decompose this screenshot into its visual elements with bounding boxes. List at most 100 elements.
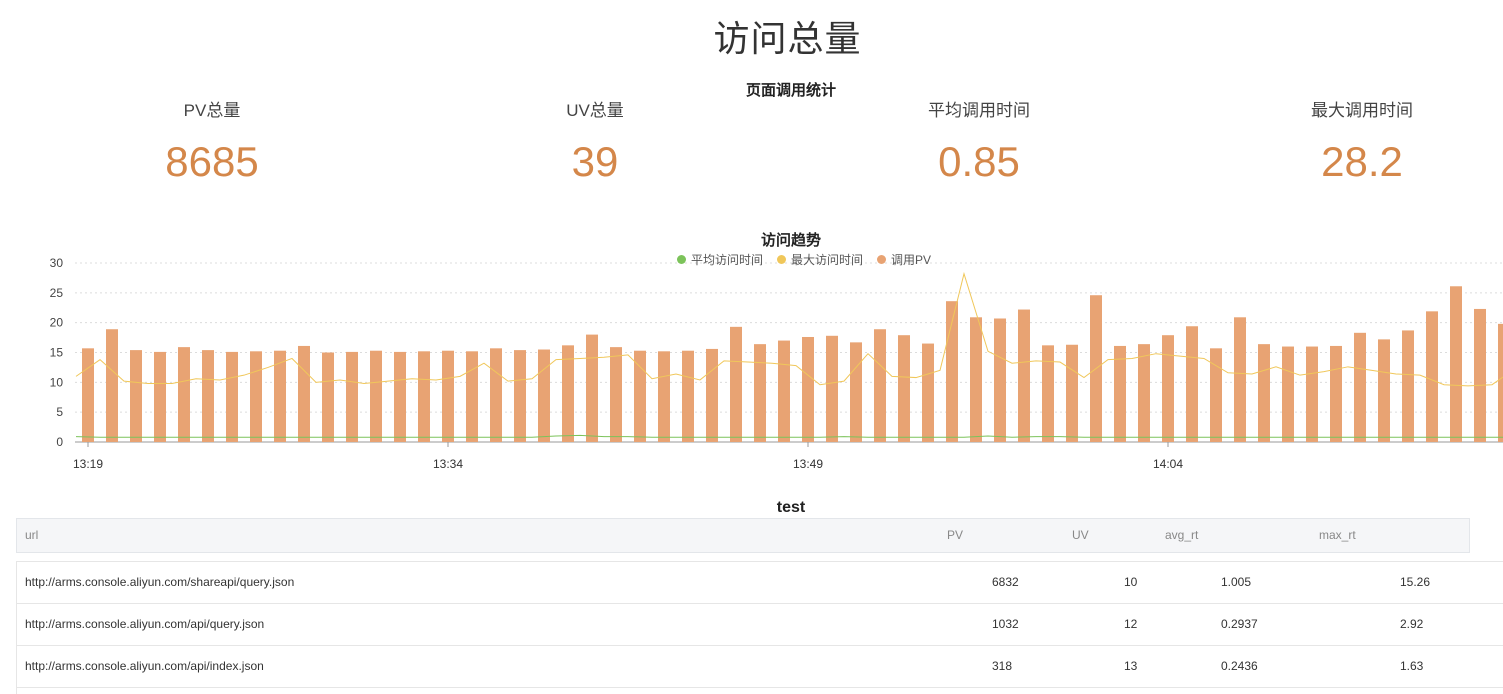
column-header-pv[interactable]: PV (947, 519, 963, 552)
column-header-avg-rt[interactable]: avg_rt (1165, 519, 1198, 552)
chart-bar (1474, 308, 1486, 442)
chart-bar (850, 342, 862, 442)
chart-bar (442, 350, 454, 442)
chart-bar (610, 347, 622, 442)
kpi-label: 最大调用时间 (1311, 101, 1413, 120)
chart-bar (778, 340, 790, 442)
y-tick-label: 5 (56, 405, 63, 419)
cell-pv: 1032 (992, 617, 1019, 631)
table-row[interactable]: http://arms.console.aliyun.com/api/index… (16, 645, 1503, 687)
chart-bar (1042, 345, 1054, 442)
page-title: 访问总量 (713, 18, 862, 59)
legend-label: 平均访问时间 (691, 253, 764, 267)
stats-title: 页面调用统计 (745, 82, 836, 99)
table-row[interactable]: http://arms.console.aliyun.com/shareapi/… (16, 561, 1503, 603)
kpi-value: 28.2 (1321, 138, 1403, 185)
table-row[interactable]: http://arms.console.aliyun.com/api/query… (16, 603, 1503, 645)
chart-bar (1450, 286, 1462, 442)
column-header-url[interactable]: url (25, 519, 38, 552)
legend-item-max[interactable]: 最大访问时间 (777, 251, 863, 268)
chart-bar (706, 348, 718, 442)
kpi-label: UV总量 (566, 101, 624, 120)
kpi-avg-call-time: 平均调用时间 0.85 (829, 99, 1129, 187)
kpi-value: 8685 (165, 138, 259, 185)
y-tick-label: 10 (50, 375, 64, 389)
cell-max-rt: 1.63 (1400, 659, 1424, 673)
column-header-uv[interactable]: UV (1072, 519, 1089, 552)
chart-bar (514, 350, 526, 442)
column-header-max-rt[interactable]: max_rt (1319, 519, 1356, 552)
chart-bar (1426, 311, 1438, 442)
kpi-label: PV总量 (183, 101, 241, 120)
chart-bar (490, 348, 502, 442)
legend-label: 调用PV (891, 253, 932, 267)
chart-bar (874, 329, 886, 442)
cell-pv: 318 (992, 659, 1013, 673)
chart-bar (682, 350, 694, 442)
chart-bar (322, 352, 334, 442)
cell-avg-rt: 0.2436 (1221, 659, 1258, 673)
chart-bar (418, 351, 430, 442)
chart-bar (178, 347, 190, 442)
x-tick-label: 13:19 (73, 457, 103, 471)
chart-bar (298, 345, 310, 442)
table-header: url PV UV avg_rt max_rt (16, 518, 1470, 553)
chart-bar (562, 345, 574, 442)
chart-bar (370, 350, 382, 442)
chart-bar (1210, 348, 1222, 442)
cell-uv: 10 (1124, 575, 1138, 589)
legend-dot-icon (877, 255, 887, 264)
cell-max-rt: 15.26 (1400, 575, 1431, 589)
x-tick-label: 13:34 (433, 457, 463, 471)
chart-bar (1138, 344, 1150, 442)
y-tick-label: 20 (50, 316, 64, 330)
chart-bar (898, 335, 910, 442)
chart-bar (1282, 346, 1294, 442)
cell-url: http://arms.console.aliyun.com/shareapi/… (25, 575, 295, 589)
y-tick-label: 15 (50, 346, 64, 360)
legend-label: 最大访问时间 (791, 253, 864, 267)
chart-bar (1186, 326, 1198, 442)
chart-bar (754, 344, 766, 442)
chart-bar (802, 336, 814, 442)
kpi-uv-total: UV总量 39 (445, 99, 745, 187)
chart-bar (226, 351, 238, 442)
chart-bar (346, 351, 358, 442)
chart-legend: 平均访问时间 最大访问时间 调用PV (677, 251, 931, 268)
legend-item-pv[interactable]: 调用PV (877, 251, 931, 268)
x-tick-label: 14:04 (1153, 457, 1183, 471)
cell-uv: 12 (1124, 617, 1138, 631)
chart-bar (730, 326, 742, 442)
kpi-value: 0.85 (938, 138, 1020, 185)
y-tick-label: 0 (56, 435, 63, 449)
x-tick-label: 13:49 (793, 457, 823, 471)
chart-bar (1306, 346, 1318, 442)
cell-url: http://arms.console.aliyun.com/api/query… (25, 617, 265, 631)
y-tick-label: 25 (50, 286, 64, 300)
legend-item-avg[interactable]: 平均访问时间 (677, 251, 763, 268)
chart-bar (538, 349, 550, 442)
cell-max-rt: 2.92 (1400, 617, 1424, 631)
chart-bar (1402, 330, 1414, 442)
chart-bar (250, 351, 262, 442)
cell-uv: 13 (1124, 659, 1138, 673)
chart-bar (1354, 332, 1366, 442)
kpi-label: 平均调用时间 (928, 101, 1030, 120)
cell-avg-rt: 1.005 (1221, 575, 1252, 589)
chart-bar (994, 318, 1006, 442)
cell-url: http://arms.console.aliyun.com/api/index… (25, 659, 264, 673)
chart-bar (82, 348, 94, 442)
chart-bar (130, 350, 142, 442)
chart-bar (1498, 323, 1503, 442)
chart-bar (970, 317, 982, 442)
chart-bar (1378, 339, 1390, 442)
chart-bar (1234, 317, 1246, 442)
kpi-max-call-time: 最大调用时间 28.2 (1212, 99, 1503, 187)
trend-chart: 0 5 10 15 20 25 30 13:19 13:34 13:49 14:04 (50, 256, 1503, 471)
chart-bar (394, 351, 406, 442)
chart-bar (634, 350, 646, 442)
chart-bar (1330, 345, 1342, 442)
cell-avg-rt: 0.2937 (1221, 617, 1258, 631)
chart-bar (1258, 344, 1270, 442)
chart-bar (1018, 309, 1030, 442)
